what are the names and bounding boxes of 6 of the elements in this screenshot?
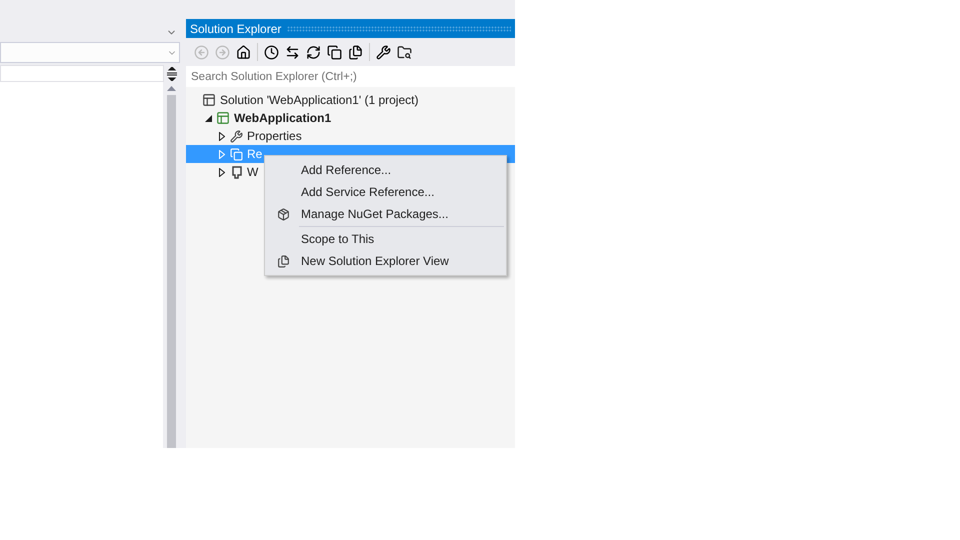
tree-item-label: Solution 'WebApplication1' (1 project)	[220, 93, 418, 107]
tree-item-label: WebApplication1	[234, 111, 332, 125]
tree-item-label: Re	[247, 147, 262, 161]
panel-title: Solution Explorer	[190, 22, 282, 36]
tree-item-label: Properties	[247, 129, 302, 143]
tree-item-label: W	[247, 165, 258, 179]
